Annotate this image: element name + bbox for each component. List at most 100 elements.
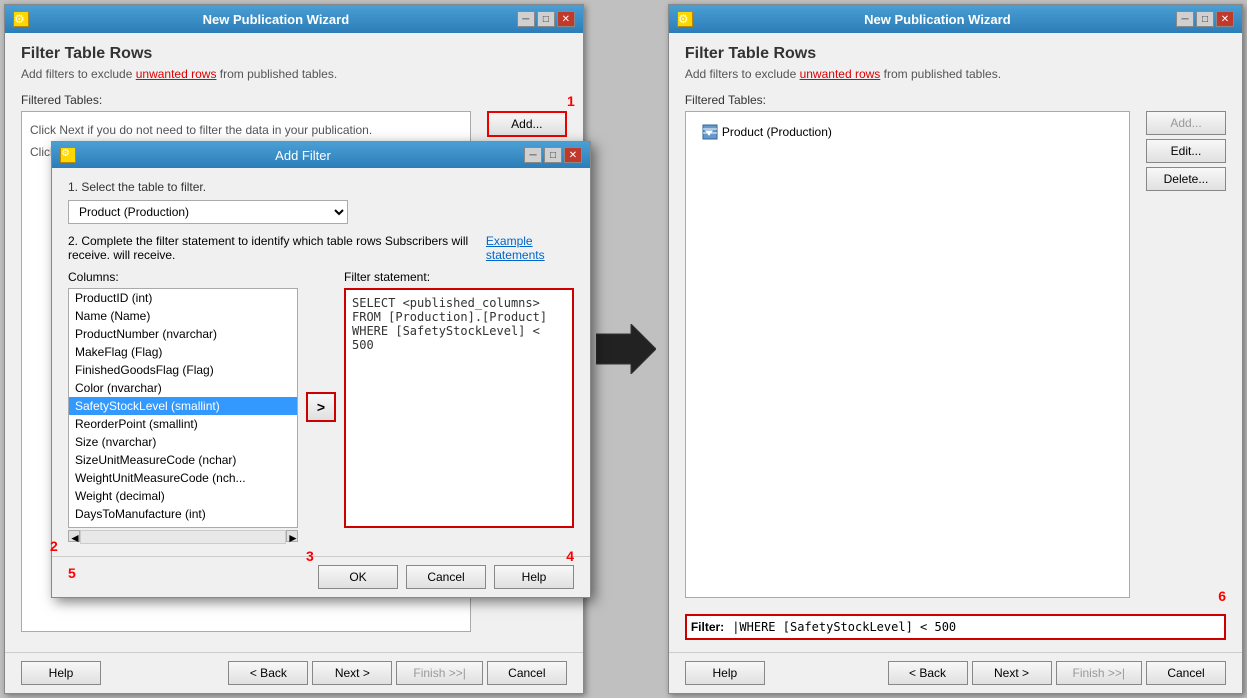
tree-product-item: Product (Production) <box>694 120 1121 144</box>
annotation-2: 2 <box>50 538 58 554</box>
left-nav-buttons: < Back Next > Finish >>| Cancel <box>228 661 566 685</box>
annotation-5: 5 <box>68 565 76 589</box>
dialog-body: 1. Select the table to filter. Product (… <box>52 168 590 556</box>
filter-statement-textarea[interactable]: SELECT <published_columns> FROM [Product… <box>344 288 574 528</box>
dialog-close[interactable]: ✕ <box>564 147 582 163</box>
minimize-button[interactable]: ─ <box>517 11 535 27</box>
left-window-title: New Publication Wizard <box>35 12 517 27</box>
left-wizard-icon: ⚙ <box>13 11 29 27</box>
col-reorderpoint[interactable]: ReorderPoint (smallint) <box>69 415 297 433</box>
col-daystomfg[interactable]: DaysToManufacture (int) <box>69 505 297 523</box>
right-titlebar: ⚙ New Publication Wizard ─ □ ✕ <box>669 5 1242 33</box>
right-window-title: New Publication Wizard <box>699 12 1176 27</box>
arrow-btn-panel: > 3 <box>306 270 336 544</box>
left-wizard-window: ⚙ New Publication Wizard ─ □ ✕ Filter Ta… <box>4 4 584 694</box>
close-button[interactable]: ✕ <box>557 11 575 27</box>
right-wizard-window: ⚙ New Publication Wizard ─ □ ✕ Filter Ta… <box>668 4 1243 694</box>
right-minimize-button[interactable]: ─ <box>1176 11 1194 27</box>
right-edit-button[interactable]: Edit... <box>1146 139 1226 163</box>
insert-column-button[interactable]: > <box>306 392 336 422</box>
dialog-minimize[interactable]: ─ <box>524 147 542 163</box>
right-filtered-tables-area: Product (Production) <box>685 111 1130 598</box>
left-window-controls: ─ □ ✕ <box>517 11 575 27</box>
dialog-controls: ─ □ ✕ <box>524 147 582 163</box>
dialog-footer: 5 OK Cancel Help <box>52 556 590 597</box>
filter-stmt-label: Filter statement: <box>344 270 574 284</box>
right-page-title: Filter Table Rows <box>685 45 1226 63</box>
right-window-controls: ─ □ ✕ <box>1176 11 1234 27</box>
tables-section-wrap: Click Next if you do not need to filter … <box>21 111 567 640</box>
scroll-right[interactable]: ► <box>286 530 298 542</box>
annotation-1: 1 <box>567 93 575 109</box>
right-back-button[interactable]: < Back <box>888 661 968 685</box>
dialog-titlebar: ⚙ Add Filter ─ □ ✕ <box>52 142 590 168</box>
col-makeflag[interactable]: MakeFlag (Flag) <box>69 343 297 361</box>
right-wizard-icon: ⚙ <box>677 11 693 27</box>
add-filter-dialog: ⚙ Add Filter ─ □ ✕ 1. Select the table t… <box>51 141 591 598</box>
col-weightunitcode[interactable]: WeightUnitMeasureCode (nch... <box>69 469 297 487</box>
right-finish-button[interactable]: Finish >>| <box>1056 661 1142 685</box>
right-cancel-button[interactable]: Cancel <box>1146 661 1226 685</box>
right-delete-button[interactable]: Delete... <box>1146 167 1226 191</box>
col-color[interactable]: Color (nvarchar) <box>69 379 297 397</box>
col-productline[interactable]: ProductLine (nchar) <box>69 523 297 528</box>
filter-value: |WHERE [SafetyStockLevel] < 500 <box>732 620 956 634</box>
dialog-title: Add Filter <box>82 148 524 163</box>
scroll-track <box>80 530 286 544</box>
hscroll: ◄ ► <box>68 530 298 544</box>
right-next-button[interactable]: Next > <box>972 661 1052 685</box>
right-maximize-button[interactable]: □ <box>1196 11 1214 27</box>
columns-list[interactable]: ProductID (int) Name (Name) ProductNumbe… <box>68 288 298 528</box>
left-page-subtitle: Add filters to exclude unwanted rows fro… <box>21 67 567 81</box>
example-link[interactable]: Example statements <box>486 234 574 262</box>
right-nav-buttons: < Back Next > Finish >>| Cancel <box>888 661 1226 685</box>
col-safetystocklevel[interactable]: SafetyStockLevel (smallint) <box>69 397 297 415</box>
dialog-icon: ⚙ <box>60 147 76 163</box>
add-button[interactable]: Add... <box>487 111 567 137</box>
step2-row: 2. Complete the filter statement to iden… <box>68 234 574 262</box>
right-close-button[interactable]: ✕ <box>1216 11 1234 27</box>
left-cancel-button[interactable]: Cancel <box>487 661 567 685</box>
right-page-subtitle: Add filters to exclude unwanted rows fro… <box>685 67 1226 81</box>
col-size[interactable]: Size (nvarchar) <box>69 433 297 451</box>
filter-display-section: 6 Filter: |WHERE [SafetyStockLevel] < 50… <box>685 606 1226 640</box>
right-add-button[interactable]: Add... <box>1146 111 1226 135</box>
right-footer: Help < Back Next > Finish >>| Cancel <box>669 652 1242 693</box>
left-footer: Help < Back Next > Finish >>| Cancel <box>5 652 583 693</box>
left-titlebar: ⚙ New Publication Wizard ─ □ ✕ <box>5 5 583 33</box>
left-next-button[interactable]: Next > <box>312 661 392 685</box>
annotation-4: 4 <box>566 548 574 564</box>
right-help-button[interactable]: Help <box>685 661 765 685</box>
dialog-cancel-button[interactable]: Cancel <box>406 565 486 589</box>
col-finishedgoodsflag[interactable]: FinishedGoodsFlag (Flag) <box>69 361 297 379</box>
dialog-ok-button[interactable]: OK <box>318 565 398 589</box>
dialog-maximize[interactable]: □ <box>544 147 562 163</box>
right-filtered-tables-label: Filtered Tables: <box>685 93 1226 107</box>
col-name[interactable]: Name (Name) <box>69 307 297 325</box>
filtered-tables-label: Filtered Tables: <box>21 93 567 107</box>
left-wizard-content: Filter Table Rows Add filters to exclude… <box>5 33 583 652</box>
columns-label: Columns: <box>68 270 298 284</box>
col-weight[interactable]: Weight (decimal) <box>69 487 297 505</box>
filter-label: Filter: <box>691 620 724 634</box>
col-productid[interactable]: ProductID (int) <box>69 289 297 307</box>
left-help-button[interactable]: Help <box>21 661 101 685</box>
dialog-help-button[interactable]: Help <box>494 565 574 589</box>
instruction-line1: Click Next if you do not need to filter … <box>30 120 462 142</box>
step2-label: 2. Complete the filter statement to iden… <box>68 234 482 262</box>
col-productnumber[interactable]: ProductNumber (nvarchar) <box>69 325 297 343</box>
maximize-button[interactable]: □ <box>537 11 555 27</box>
right-wizard-content: Filter Table Rows Add filters to exclude… <box>669 33 1242 652</box>
left-back-button[interactable]: < Back <box>228 661 308 685</box>
right-table-buttons-panel: Add... Edit... Delete... <box>1146 111 1226 598</box>
table-dropdown[interactable]: Product (Production) <box>68 200 348 224</box>
right-tables-area-row: Product (Production) Add... Edit... Dele… <box>685 111 1226 598</box>
columns-panel: Columns: ProductID (int) Name (Name) Pro… <box>68 270 298 544</box>
transition-arrow <box>596 4 656 694</box>
col-sizeunitcode[interactable]: SizeUnitMeasureCode (nchar) <box>69 451 297 469</box>
filter-display-row: Filter: |WHERE [SafetyStockLevel] < 500 <box>685 614 1226 640</box>
scroll-left[interactable]: ◄ <box>68 530 80 542</box>
left-page-title: Filter Table Rows <box>21 45 567 63</box>
step1-label: 1. Select the table to filter. <box>68 180 574 194</box>
left-finish-button[interactable]: Finish >>| <box>396 661 482 685</box>
